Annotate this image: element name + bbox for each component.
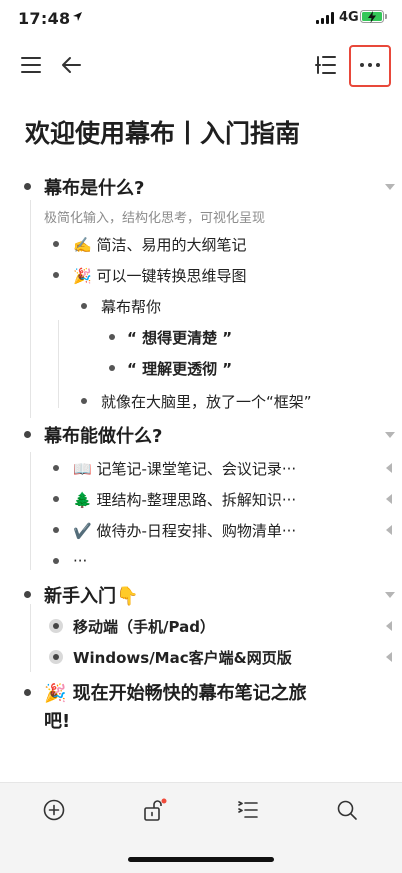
item-what-c2[interactable]: 🎉 可以一键转换思维导图 — [73, 264, 246, 286]
bullet[interactable] — [24, 689, 31, 696]
bullet-collapsed[interactable] — [49, 650, 63, 664]
item-what-c3a[interactable]: “ 想得更清楚 ” — [127, 326, 232, 348]
bullet[interactable] — [53, 465, 59, 471]
bullet[interactable] — [24, 183, 31, 190]
status-bar: 17:48 4G — [0, 0, 402, 34]
collapse-caret[interactable] — [385, 432, 395, 438]
expand-caret[interactable] — [386, 525, 392, 535]
item-what[interactable]: 幕布是什么? — [44, 175, 144, 199]
search-icon[interactable] — [332, 795, 362, 825]
outline-guide — [30, 200, 31, 418]
item-can[interactable]: 幕布能做什么? — [44, 423, 162, 447]
document-title: 欢迎使用幕布丨入门指南 — [25, 119, 301, 148]
add-circle-icon[interactable] — [39, 795, 69, 825]
signal-icon — [316, 12, 334, 24]
unlock-icon[interactable] — [140, 795, 170, 825]
location-arrow-icon — [73, 12, 82, 21]
top-toolbar — [0, 40, 402, 90]
item-start-c2[interactable]: Windows/Mac客户端&网页版 — [73, 646, 292, 668]
outline-list-icon[interactable] — [309, 48, 343, 82]
bullet[interactable] — [53, 272, 59, 278]
battery-icon — [360, 10, 384, 23]
outline-guide — [30, 604, 31, 672]
item-can-c2[interactable]: 🌲 理结构-整理思路、拆解知识··· — [73, 488, 296, 510]
outline-guide — [30, 452, 31, 570]
hamburger-icon[interactable] — [14, 48, 48, 82]
bullet[interactable] — [109, 365, 115, 371]
indent-list-icon[interactable] — [233, 795, 263, 825]
item-what-c1[interactable]: ✍️ 简洁、易用的大纲笔记 — [73, 233, 246, 255]
collapse-caret[interactable] — [385, 184, 395, 190]
item-what-c3[interactable]: 幕布帮你 — [101, 295, 161, 317]
bullet[interactable] — [53, 241, 59, 247]
item-go-line1[interactable]: 🎉 现在开始畅快的幕布笔记之旅 — [44, 679, 307, 705]
expand-caret[interactable] — [386, 621, 392, 631]
item-can-c1[interactable]: 📖 记笔记-课堂笔记、会议记录··· — [73, 457, 296, 479]
bullet[interactable] — [81, 398, 87, 404]
item-what-c4[interactable]: 就像在大脑里，放了一个“框架” — [101, 390, 312, 412]
item-start[interactable]: 新手入门👇 — [44, 583, 138, 607]
expand-caret[interactable] — [386, 463, 392, 473]
bullet[interactable] — [53, 496, 59, 502]
bullet[interactable] — [81, 303, 87, 309]
item-start-c1[interactable]: 移动端（手机/Pad） — [73, 615, 215, 637]
bullet[interactable] — [53, 527, 59, 533]
expand-caret[interactable] — [386, 494, 392, 504]
home-indicator[interactable] — [128, 857, 274, 862]
item-can-c3[interactable]: ✔️ 做待办-日程安排、购物清单··· — [73, 519, 296, 541]
more-button-highlight — [349, 45, 391, 87]
bullet[interactable] — [109, 334, 115, 340]
item-go-line2[interactable]: 吧! — [44, 707, 70, 733]
arrow-left-icon[interactable] — [54, 48, 88, 82]
network-type: 4G — [339, 10, 359, 25]
bullet[interactable] — [53, 558, 59, 564]
item-what-c3b[interactable]: “ 理解更透彻 ” — [127, 357, 232, 379]
outline-guide — [58, 320, 59, 408]
battery-cap — [385, 14, 387, 19]
bullet-collapsed[interactable] — [49, 619, 63, 633]
expand-caret[interactable] — [386, 652, 392, 662]
bullet[interactable] — [24, 591, 31, 598]
item-what-note: 极简化输入，结构化思考，可视化呈现 — [44, 210, 266, 226]
item-can-c4[interactable]: ··· — [73, 550, 87, 572]
status-time: 17:48 — [18, 9, 71, 28]
bullet[interactable] — [24, 431, 31, 438]
collapse-caret[interactable] — [385, 592, 395, 598]
